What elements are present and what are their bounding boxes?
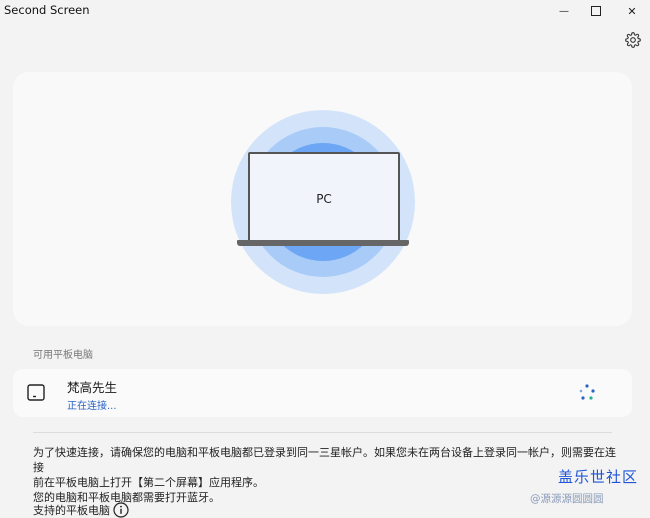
device-list-item[interactable]: 梵高先生 正在连接... <box>13 369 632 417</box>
minimize-icon: — <box>559 5 569 17</box>
pc-label: PC <box>316 192 332 206</box>
instruction-line: 前在平板电脑上打开【第二个屏幕】应用程序。 <box>33 476 264 489</box>
device-name: 梵高先生 <box>67 380 118 395</box>
minimize-button[interactable]: — <box>546 0 582 22</box>
maximize-icon <box>591 6 601 16</box>
section-label-available-tablets: 可用平板电脑 <box>33 350 93 361</box>
window-title: Second Screen <box>4 3 90 17</box>
loading-spinner-icon <box>579 384 595 400</box>
maximize-button[interactable] <box>578 0 614 22</box>
laptop-icon: PC <box>248 152 400 244</box>
supported-tablets-label: 支持的平板电脑 <box>33 504 110 517</box>
laptop-base <box>237 240 409 246</box>
watermark-handle: @源源源圆圆圆 <box>530 493 604 505</box>
tablet-icon <box>27 384 45 401</box>
device-status: 正在连接... <box>67 401 117 412</box>
gear-icon <box>625 32 641 48</box>
close-button[interactable]: ✕ <box>614 0 650 22</box>
info-icon[interactable] <box>113 502 129 518</box>
settings-button[interactable] <box>624 31 642 49</box>
title-bar: Second Screen — ✕ <box>0 0 650 22</box>
instruction-line: 为了快速连接，请确保您的电脑和平板电脑都已登录到同一三星帐户。如果您未在两台设备… <box>33 446 616 474</box>
divider <box>33 432 612 433</box>
close-icon: ✕ <box>627 4 637 18</box>
watermark-logo: 盖乐世社区 <box>558 468 639 486</box>
